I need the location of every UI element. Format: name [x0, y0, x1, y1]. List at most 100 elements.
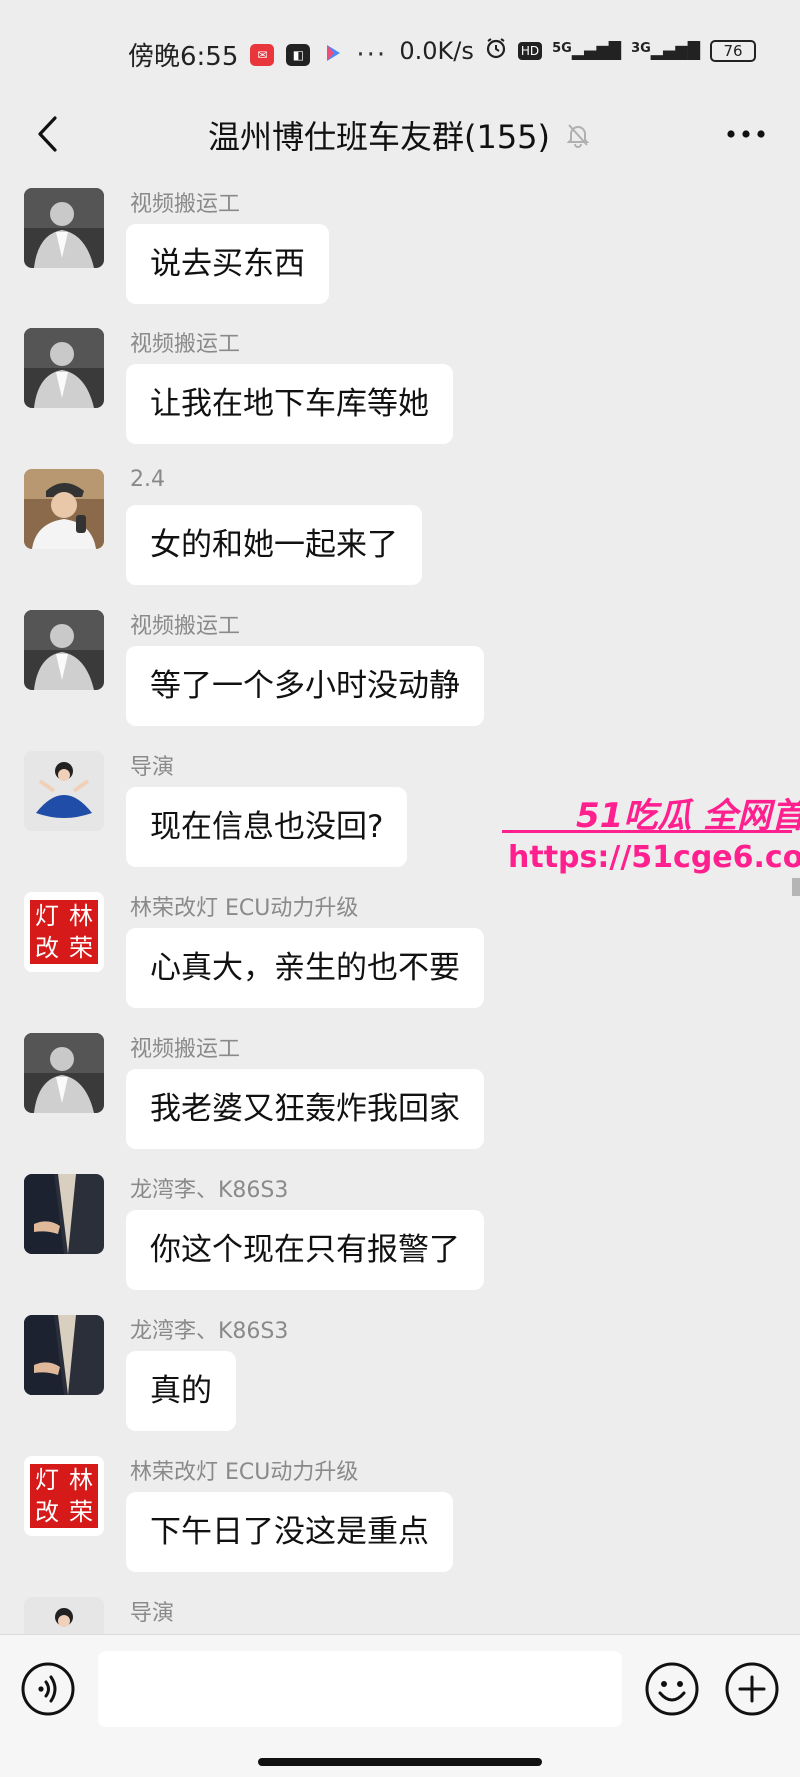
avatar-woman-blue-dress-icon	[24, 751, 104, 831]
message-item: 视频搬运工 我老婆又狂轰炸我回家	[0, 1023, 800, 1163]
message-bubble[interactable]: 等了一个多小时没动静	[126, 646, 484, 726]
seal-char: 改	[35, 1498, 59, 1526]
sender-name: 视频搬运工	[130, 1037, 241, 1062]
page-title: 温州博仕班车友群(155)	[207, 118, 551, 156]
seal-char: 灯	[35, 902, 59, 930]
red-app-icon: ✉	[250, 43, 275, 66]
avatar[interactable]	[24, 1174, 104, 1254]
sender-name: 龙湾李、K86S3	[130, 1178, 289, 1203]
avatar[interactable]	[24, 751, 104, 831]
avatar[interactable]	[24, 469, 104, 549]
message-bubble[interactable]: 女的和她一起来了	[126, 505, 422, 585]
message-item: 2.4 女的和她一起来了	[0, 459, 800, 599]
title-wrap: 温州博仕班车友群(155)	[208, 112, 592, 158]
seal-text: 灯 林 改 荣	[30, 900, 98, 964]
sender-name: 2.4	[130, 467, 165, 492]
status-left: 傍晚6:55 ✉ ◧ ···	[128, 36, 387, 73]
avatar[interactable]	[24, 328, 104, 408]
avatar-man-white-shirt-icon	[24, 469, 104, 549]
signal-3g-label: 3G	[631, 41, 651, 56]
message-item: 龙湾李、K86S3 你这个现在只有报警了	[0, 1164, 800, 1304]
home-indicator[interactable]	[258, 1758, 542, 1766]
play-app-icon	[322, 42, 344, 68]
avatar-suit-hand-icon	[24, 1315, 104, 1395]
chat-header: 温州博仕班车友群(155)	[0, 96, 800, 174]
avatar[interactable]	[24, 1597, 104, 1634]
avatar-suit-hand-icon	[24, 1174, 104, 1254]
message-bubble[interactable]: 现在信息也没回?	[126, 787, 408, 867]
message-bubble[interactable]: 让我在地下车库等她	[126, 364, 453, 444]
chat-message-list[interactable]: 视频搬运工 说去买东西 视频搬运工 让我在地下车库等她 2.4 女的和她一起来了…	[0, 178, 800, 1634]
signal-5g-icon: 5G▂▄▆█	[552, 41, 622, 60]
seal-char: 荣	[69, 934, 93, 962]
battery-icon: 76	[710, 39, 756, 62]
seal-char: 荣	[69, 1498, 93, 1526]
more-options-button[interactable]	[718, 110, 774, 158]
status-bar: 傍晚6:55 ✉ ◧ ··· 0.0K/s HD 5G▂▄▆█ 3G▂▄▆█ 7…	[0, 0, 800, 100]
watermark: 51吃瓜 全网首发 https://51cge6.com	[500, 780, 800, 890]
battery-level: 76	[723, 41, 743, 60]
message-item: 龙湾李、K86S3 真的	[0, 1305, 800, 1445]
avatar[interactable]: 灯 林 改 荣	[24, 892, 104, 972]
seal-text: 灯 林 改 荣	[30, 1464, 98, 1528]
sender-name: 林荣改灯 ECU动力升级	[130, 1460, 359, 1485]
sender-name: 视频搬运工	[130, 332, 241, 357]
sender-name: 导演	[130, 755, 175, 780]
input-bar	[0, 1634, 800, 1777]
avatar[interactable]: 灯 林 改 荣	[24, 1456, 104, 1536]
seal-char: 林	[69, 1466, 93, 1494]
more-dots-icon	[727, 130, 765, 138]
sender-name: 龙湾李、K86S3	[130, 1319, 289, 1344]
signal-3g-icon: 3G▂▄▆█	[631, 41, 700, 60]
sender-name: 导演	[130, 1601, 175, 1626]
avatar-woman-blue-dress-icon	[24, 1597, 104, 1634]
voice-input-button[interactable]	[20, 1661, 76, 1717]
seal-char: 灯	[35, 1466, 59, 1494]
avatar[interactable]	[24, 1315, 104, 1395]
voice-icon	[21, 1662, 75, 1716]
hd-icon: HD	[517, 41, 543, 60]
status-right: 0.0K/s HD 5G▂▄▆█ 3G▂▄▆█ 76	[399, 36, 756, 65]
plus-icon	[725, 1662, 779, 1716]
message-bubble[interactable]: 说去买东西	[126, 224, 329, 304]
seal-char: 改	[35, 934, 59, 962]
back-button[interactable]	[24, 106, 70, 162]
sender-name: 林荣改灯 ECU动力升级	[130, 896, 359, 921]
message-input[interactable]	[98, 1651, 622, 1727]
message-item: 视频搬运工 说去买东西	[0, 178, 800, 318]
avatar-man-gray-jacket-icon	[24, 1033, 104, 1113]
watermark-line	[502, 830, 792, 833]
seal-char: 林	[69, 902, 93, 930]
avatar[interactable]	[24, 610, 104, 690]
network-speed: 0.0K/s	[399, 36, 474, 65]
sender-name: 视频搬运工	[130, 192, 241, 217]
sender-name: 视频搬运工	[130, 614, 241, 639]
message-item: 视频搬运工 等了一个多小时没动静	[0, 600, 800, 740]
chevron-left-icon	[38, 116, 57, 152]
watermark-url: https://51cge6.com	[508, 840, 800, 875]
message-item: 视频搬运工 让我在地下车库等她	[0, 318, 800, 458]
signal-5g-label: 5G	[552, 41, 572, 56]
avatar-man-gray-jacket-icon	[24, 328, 104, 408]
scrollbar-thumb[interactable]	[792, 878, 800, 896]
avatar-man-gray-jacket-icon	[24, 188, 104, 268]
emoji-button[interactable]	[644, 1661, 700, 1717]
message-bubble[interactable]: 下午日了没这是重点	[126, 1492, 453, 1572]
dark-app-icon: ◧	[286, 43, 311, 66]
message-bubble[interactable]: 心真大，亲生的也不要	[126, 928, 484, 1008]
avatar[interactable]	[24, 1033, 104, 1113]
message-item: 灯 林 改 荣 林荣改灯 ECU动力升级 心真大，亲生的也不要	[0, 882, 800, 1022]
mute-bell-icon	[566, 124, 590, 148]
status-more-dots: ···	[356, 39, 388, 70]
status-time: 傍晚6:55	[128, 42, 239, 72]
message-item: 导演	[0, 1587, 800, 1634]
message-item: 灯 林 改 荣 林荣改灯 ECU动力升级 下午日了没这是重点	[0, 1446, 800, 1586]
message-bubble[interactable]: 真的	[126, 1351, 236, 1431]
avatar[interactable]	[24, 188, 104, 268]
avatar-man-gray-jacket-icon	[24, 610, 104, 690]
alarm-icon	[484, 36, 508, 65]
more-actions-button[interactable]	[724, 1661, 780, 1717]
message-bubble[interactable]: 我老婆又狂轰炸我回家	[126, 1069, 484, 1149]
message-bubble[interactable]: 你这个现在只有报警了	[126, 1210, 484, 1290]
emoji-icon	[645, 1662, 699, 1716]
